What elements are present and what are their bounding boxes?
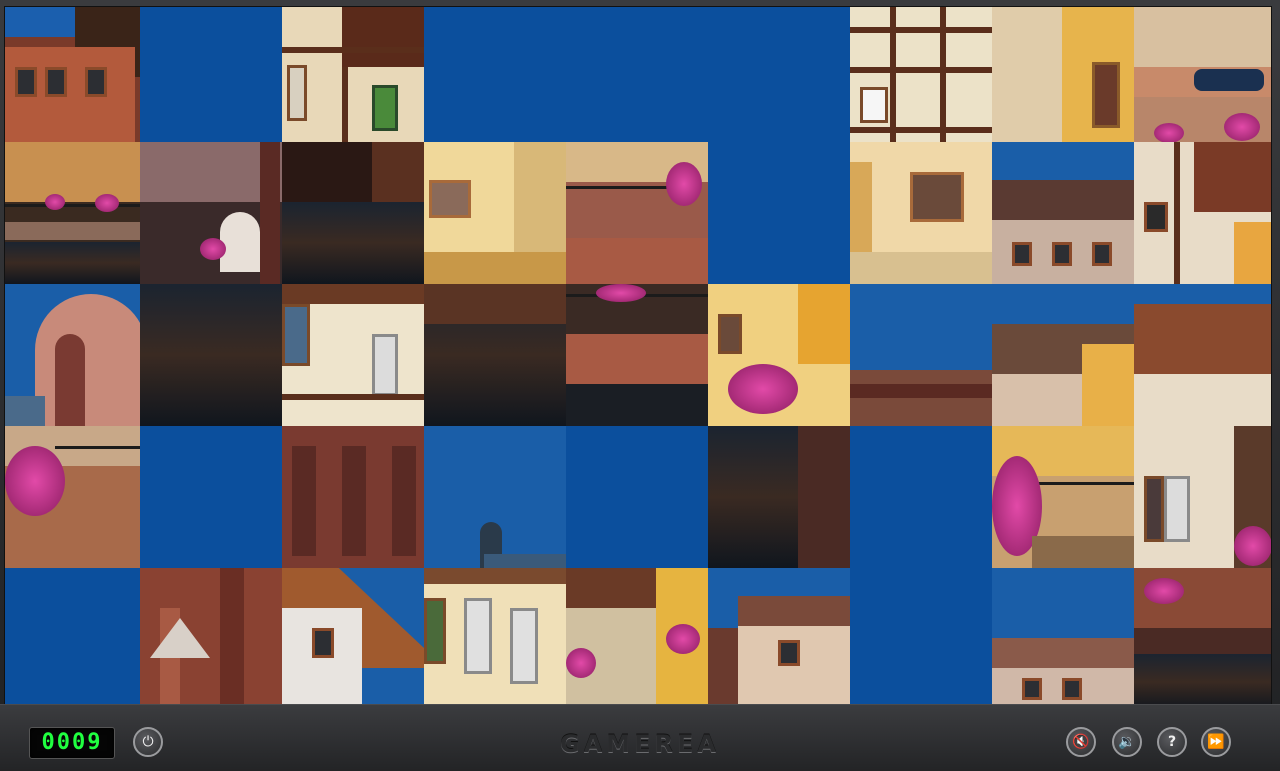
puzzle-tile[interactable] <box>1134 142 1271 284</box>
empty-slot[interactable] <box>708 7 850 149</box>
speaker-mute-icon: 🔇 <box>1072 734 1090 750</box>
puzzle-tile[interactable] <box>708 284 850 426</box>
puzzle-tile[interactable] <box>282 426 424 568</box>
skip-button[interactable]: ⏩ <box>1201 727 1231 757</box>
help-button[interactable]: ? <box>1157 727 1187 757</box>
puzzle-tile[interactable] <box>708 568 850 704</box>
empty-slot[interactable] <box>5 568 147 704</box>
timer-display: 0009 <box>29 727 115 759</box>
puzzle-tile[interactable] <box>140 142 282 284</box>
help-icon: ? <box>1167 734 1177 750</box>
power-icon: ⏻ <box>142 734 154 750</box>
puzzle-tile[interactable] <box>992 7 1134 149</box>
puzzle-tile[interactable] <box>1134 568 1271 704</box>
puzzle-tile[interactable] <box>282 142 424 284</box>
puzzle-tile[interactable] <box>992 284 1134 426</box>
game-logo: GAMEREA <box>560 730 720 758</box>
empty-slot[interactable] <box>708 142 850 284</box>
puzzle-tile[interactable] <box>850 142 992 284</box>
puzzle-tile[interactable] <box>708 426 850 568</box>
puzzle-tile[interactable] <box>282 568 424 704</box>
fast-forward-icon: ⏩ <box>1207 734 1225 750</box>
puzzle-tile[interactable] <box>566 284 708 426</box>
puzzle-tile[interactable] <box>5 7 147 149</box>
puzzle-tile[interactable] <box>566 568 708 704</box>
puzzle-tile[interactable] <box>140 568 282 704</box>
puzzle-tile[interactable] <box>424 284 566 426</box>
empty-slot[interactable] <box>566 7 708 149</box>
puzzle-tile[interactable] <box>1134 7 1271 149</box>
puzzle-tile[interactable] <box>992 142 1134 284</box>
puzzle-tile[interactable] <box>424 568 566 704</box>
puzzle-tile[interactable] <box>5 284 147 426</box>
puzzle-tile[interactable] <box>566 142 708 284</box>
sound-button[interactable]: 🔉 <box>1112 727 1142 757</box>
puzzle-board <box>5 7 1271 704</box>
puzzle-tile[interactable] <box>992 568 1134 704</box>
puzzle-tile[interactable] <box>1134 284 1271 426</box>
empty-slot[interactable] <box>566 426 708 568</box>
puzzle-tile[interactable] <box>140 284 282 426</box>
empty-slot[interactable] <box>140 7 282 149</box>
puzzle-tile[interactable] <box>424 142 566 284</box>
empty-slot[interactable] <box>140 426 282 568</box>
puzzle-tile[interactable] <box>282 7 424 149</box>
empty-slot[interactable] <box>850 568 992 704</box>
puzzle-tile[interactable] <box>5 142 147 284</box>
puzzle-tile[interactable] <box>1134 426 1271 568</box>
speaker-icon: 🔉 <box>1118 734 1136 750</box>
power-button[interactable]: ⏻ <box>133 727 163 757</box>
puzzle-tile[interactable] <box>282 284 424 426</box>
puzzle-tile[interactable] <box>992 426 1134 568</box>
puzzle-tile[interactable] <box>5 426 147 568</box>
game-window: 0009 ⏻ GAMEREA 🔇 🔉 ? ⏩ <box>0 0 1280 771</box>
mute-button[interactable]: 🔇 <box>1066 727 1096 757</box>
empty-slot[interactable] <box>424 7 566 149</box>
puzzle-tile[interactable] <box>850 7 992 149</box>
toolbar: 0009 ⏻ GAMEREA 🔇 🔉 ? ⏩ <box>0 704 1280 771</box>
empty-slot[interactable] <box>850 426 992 568</box>
puzzle-tile[interactable] <box>850 284 992 426</box>
puzzle-tile[interactable] <box>424 426 566 568</box>
